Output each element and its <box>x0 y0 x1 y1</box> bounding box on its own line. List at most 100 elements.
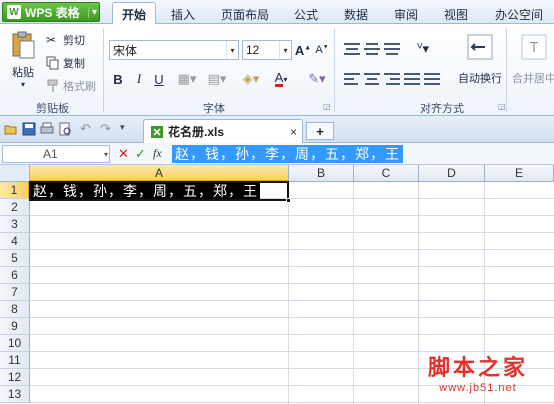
watermark-cn: 脚本之家 <box>427 355 528 381</box>
dialog-launcher-icon[interactable]: ◲ <box>498 102 506 111</box>
grow-font-icon: A▲ <box>294 42 312 58</box>
tab-office-space[interactable]: 办公空间 <box>488 4 550 24</box>
format-painter-button[interactable]: 格式刷 <box>46 78 96 94</box>
distributed-icon[interactable] <box>424 72 440 86</box>
open-icon[interactable] <box>4 122 18 136</box>
close-icon[interactable]: × <box>290 125 297 139</box>
row-header-1[interactable]: 1 <box>0 182 30 199</box>
function-icon[interactable]: fx <box>153 146 162 161</box>
column-header-a[interactable]: A <box>30 165 289 182</box>
confirm-icon[interactable]: ✓ <box>135 146 146 162</box>
formula-input[interactable]: 赵，钱，孙，李，周，五，郑，王 <box>172 145 403 163</box>
copy-button[interactable]: 复制 <box>46 55 85 71</box>
wrap-text-button[interactable]: 自动换行 <box>456 34 504 86</box>
paste-button[interactable]: 粘贴 ▾ <box>6 30 40 89</box>
wps-app-button[interactable]: W WPS 表格 ▾ <box>2 2 100 22</box>
undo-icon[interactable]: ↶ <box>80 121 91 137</box>
column-header-d[interactable]: D <box>419 165 485 182</box>
shrink-font-button[interactable]: A▼ <box>313 41 331 59</box>
tab-page-layout[interactable]: 页面布局 <box>213 4 277 24</box>
tab-review[interactable]: 审阅 <box>386 4 426 24</box>
chevron-down-icon: ▾ <box>87 6 97 18</box>
formula-bar: A1 ▾ ✕ ✓ fx 赵，钱，孙，李，周，五，郑，王 <box>0 143 554 165</box>
cut-label: 剪切 <box>63 35 85 47</box>
print-icon[interactable] <box>40 122 54 136</box>
row-header-2[interactable]: 2 <box>0 199 30 216</box>
row-header-5[interactable]: 5 <box>0 250 30 267</box>
watermark-logo: 脚本之家 www.jb51.net <box>408 350 548 394</box>
shrink-font-icon: A▼ <box>315 44 329 56</box>
clear-format-icon: ✎▾ <box>308 71 326 86</box>
align-middle-icon[interactable] <box>364 42 380 56</box>
row-header-8[interactable]: 8 <box>0 301 30 318</box>
column-header-b[interactable]: B <box>289 165 354 182</box>
italic-button[interactable]: I <box>130 70 148 88</box>
print-preview-icon[interactable] <box>58 122 72 136</box>
row-header-10[interactable]: 10 <box>0 335 30 352</box>
clear-format-button[interactable]: ✎▾ <box>304 70 330 88</box>
row-header-6[interactable]: 6 <box>0 267 30 284</box>
tab-home[interactable]: 开始 <box>112 2 156 25</box>
fill-color-icon: ◈▾ <box>242 71 260 86</box>
align-center-icon[interactable] <box>364 72 380 86</box>
bold-button[interactable]: B <box>109 70 127 88</box>
align-bottom-icon[interactable] <box>384 42 400 56</box>
tab-data[interactable]: 数据 <box>336 4 376 24</box>
gridline <box>30 266 554 267</box>
document-tab-bar: ↶ ↷ ▾ 花名册.xls × + <box>0 116 554 143</box>
grow-font-button[interactable]: A▲ <box>294 41 312 59</box>
underline-button[interactable]: U <box>150 70 168 88</box>
redo-icon[interactable]: ↷ <box>100 121 111 137</box>
merge-center-button[interactable]: T 合并居中 <box>510 34 554 86</box>
ribbon-divider <box>506 28 507 112</box>
chevron-down-icon[interactable]: ▾ <box>120 122 125 133</box>
cell-style-button[interactable]: ▤▾ <box>204 70 230 88</box>
fill-color-button[interactable]: ◈▾ <box>238 70 264 88</box>
save-icon[interactable] <box>22 122 36 136</box>
format-painter-label: 格式刷 <box>63 81 96 93</box>
align-left-icon[interactable] <box>344 72 360 86</box>
fill-handle[interactable] <box>286 198 291 203</box>
column-header-c[interactable]: C <box>354 165 419 182</box>
gridline <box>288 182 289 404</box>
row-header-7[interactable]: 7 <box>0 284 30 301</box>
ribbon: 粘贴 ▾ ✂ 剪切 复制 格式刷 剪贴板 宋体 ▾ 12 ▾ A▲ A▼ B I… <box>0 24 554 116</box>
gridline <box>30 249 554 250</box>
border-button[interactable]: ▦▾ <box>174 70 200 88</box>
document-tab[interactable]: 花名册.xls × <box>143 119 303 143</box>
text-orientation-button[interactable]: ⱽ▾ <box>410 40 436 58</box>
tab-view[interactable]: 视图 <box>436 4 476 24</box>
font-color-icon: A <box>274 70 284 87</box>
font-name-select[interactable]: 宋体 ▾ <box>109 40 239 60</box>
wps-logo-icon: W <box>7 5 21 19</box>
spreadsheet-file-icon <box>151 125 163 138</box>
cancel-icon[interactable]: ✕ <box>118 146 129 162</box>
row-header-4[interactable]: 4 <box>0 233 30 250</box>
clipboard-group-label: 剪贴板 <box>36 103 69 115</box>
row-header-12[interactable]: 12 <box>0 369 30 386</box>
name-box[interactable]: A1 ▾ <box>2 145 110 163</box>
bold-icon: B <box>113 71 123 87</box>
align-right-icon[interactable] <box>384 72 400 86</box>
font-color-button[interactable]: A ▾ <box>268 70 294 88</box>
dialog-launcher-icon[interactable]: ◲ <box>323 102 331 111</box>
gridline <box>30 317 554 318</box>
justify-icon[interactable] <box>404 72 420 86</box>
gridline <box>30 232 554 233</box>
gridline <box>353 182 354 404</box>
brush-icon <box>47 79 58 92</box>
row-header-13[interactable]: 13 <box>0 386 30 403</box>
copy-label: 复制 <box>63 58 85 70</box>
cut-button[interactable]: ✂ 剪切 <box>46 32 85 48</box>
font-size-select[interactable]: 12 ▾ <box>242 40 292 60</box>
row-header-3[interactable]: 3 <box>0 216 30 233</box>
row-header-9[interactable]: 9 <box>0 318 30 335</box>
align-top-icon[interactable] <box>344 42 360 56</box>
gridline <box>30 215 554 216</box>
tab-formulas[interactable]: 公式 <box>286 4 326 24</box>
row-header-11[interactable]: 11 <box>0 352 30 369</box>
tab-insert[interactable]: 插入 <box>163 4 203 24</box>
select-all-corner[interactable] <box>0 165 30 182</box>
new-tab-button[interactable]: + <box>306 122 334 140</box>
column-header-e[interactable]: E <box>485 165 554 182</box>
